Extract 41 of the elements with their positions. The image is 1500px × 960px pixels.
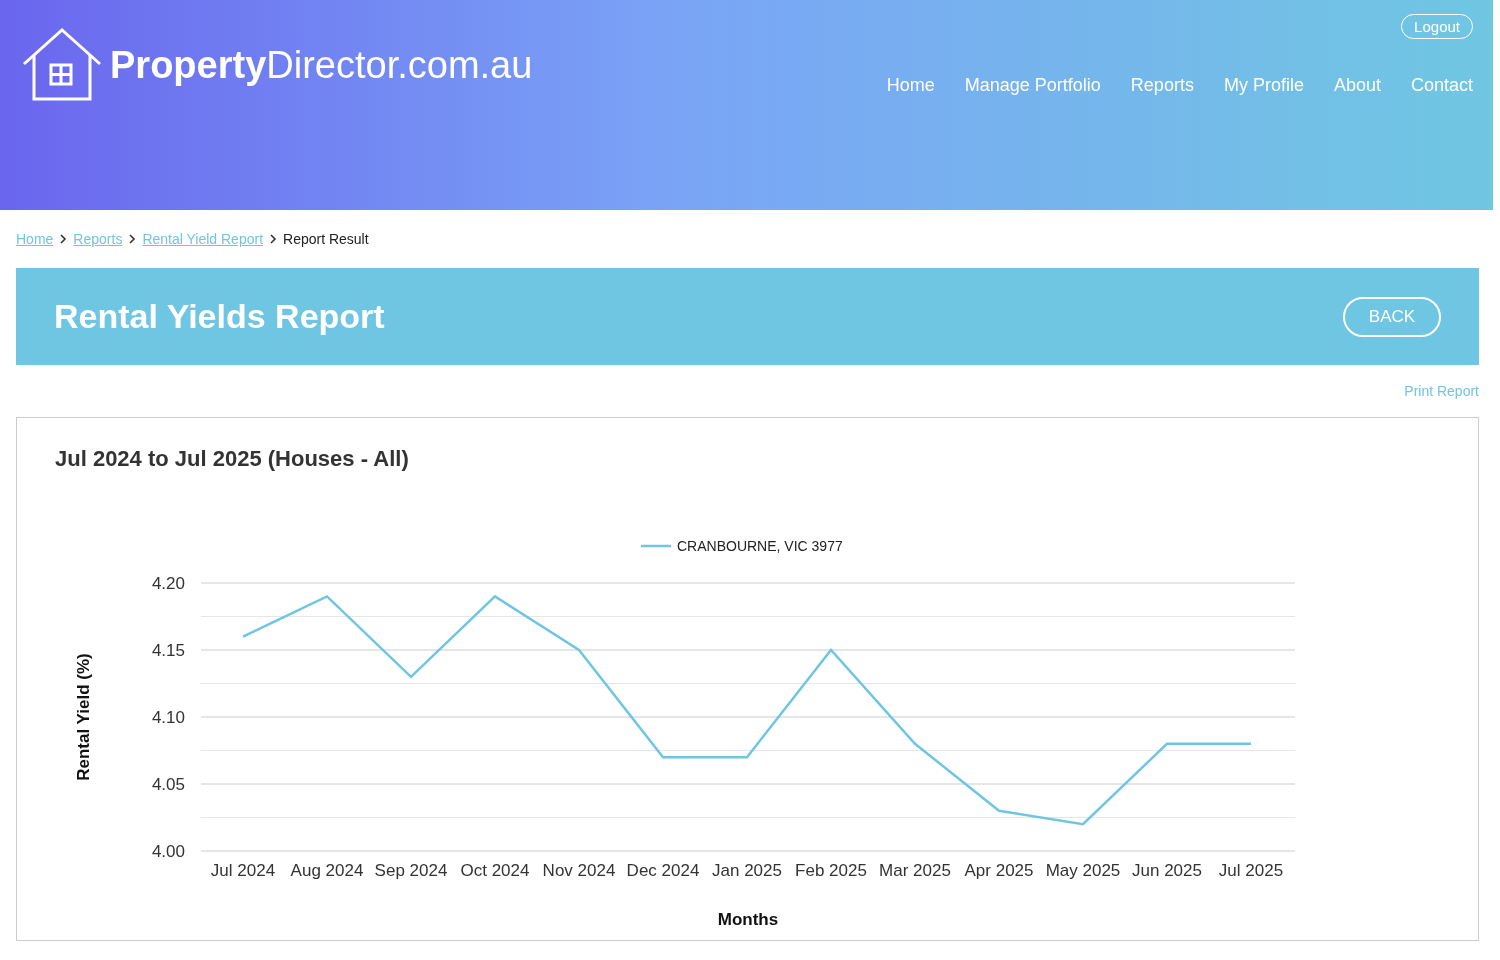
- y-tick-label: 4.00: [151, 842, 185, 861]
- chevron-icon: [269, 234, 278, 244]
- x-axis-title: Months: [717, 910, 779, 929]
- page-title: Rental Yields Report: [54, 297, 385, 336]
- x-tick-label: Aug 2024: [290, 861, 364, 880]
- x-tick-label: Dec 2024: [626, 861, 700, 880]
- breadcrumb-current: Report Result: [283, 231, 369, 247]
- y-tick-label: 4.20: [151, 574, 185, 593]
- back-button[interactable]: BACK: [1343, 296, 1441, 337]
- x-tick-label: Nov 2024: [542, 861, 616, 880]
- y-tick-label: 4.15: [151, 641, 185, 660]
- breadcrumb-link[interactable]: Reports: [73, 231, 123, 247]
- nav-link[interactable]: Manage Portfolio: [964, 75, 1101, 96]
- report-title: Jul 2024 to Jul 2025 (Houses - All): [54, 445, 410, 473]
- x-tick-label: Jun 2025: [1132, 861, 1202, 880]
- print-report-link[interactable]: Print Report: [1404, 383, 1479, 399]
- y-tick-label: 4.10: [151, 708, 185, 727]
- breadcrumb-link[interactable]: Rental Yield Report: [142, 231, 264, 247]
- chevron-icon: [59, 234, 68, 244]
- house-logo-icon: [22, 28, 102, 102]
- logo-text[interactable]: PropertyDirector.com.au: [110, 44, 533, 87]
- legend-swatch: [641, 544, 671, 548]
- x-tick-label: Feb 2025: [795, 861, 867, 880]
- nav-link[interactable]: Home: [886, 75, 935, 96]
- chevron-icon: [128, 234, 137, 244]
- y-tick-label: 4.05: [151, 775, 185, 794]
- nav-link[interactable]: Reports: [1130, 75, 1194, 96]
- x-tick-label: Apr 2025: [964, 861, 1034, 880]
- x-tick-label: Jul 2025: [1218, 861, 1284, 880]
- y-axis-title: Rental Yield (%): [74, 653, 93, 781]
- x-tick-label: May 2025: [1045, 861, 1121, 880]
- nav-link[interactable]: About: [1333, 75, 1381, 96]
- x-tick-label: Oct 2024: [460, 861, 530, 880]
- legend-label: CRANBOURNE, VIC 3977: [677, 538, 843, 554]
- x-tick-label: Sep 2024: [374, 861, 448, 880]
- nav-link[interactable]: My Profile: [1223, 75, 1304, 96]
- breadcrumb-link[interactable]: Home: [16, 231, 54, 247]
- x-tick-label: Jan 2025: [712, 861, 782, 880]
- x-tick-label: Mar 2025: [879, 861, 951, 880]
- nav-link[interactable]: Contact: [1410, 75, 1473, 96]
- x-tick-label: Jul 2024: [210, 861, 276, 880]
